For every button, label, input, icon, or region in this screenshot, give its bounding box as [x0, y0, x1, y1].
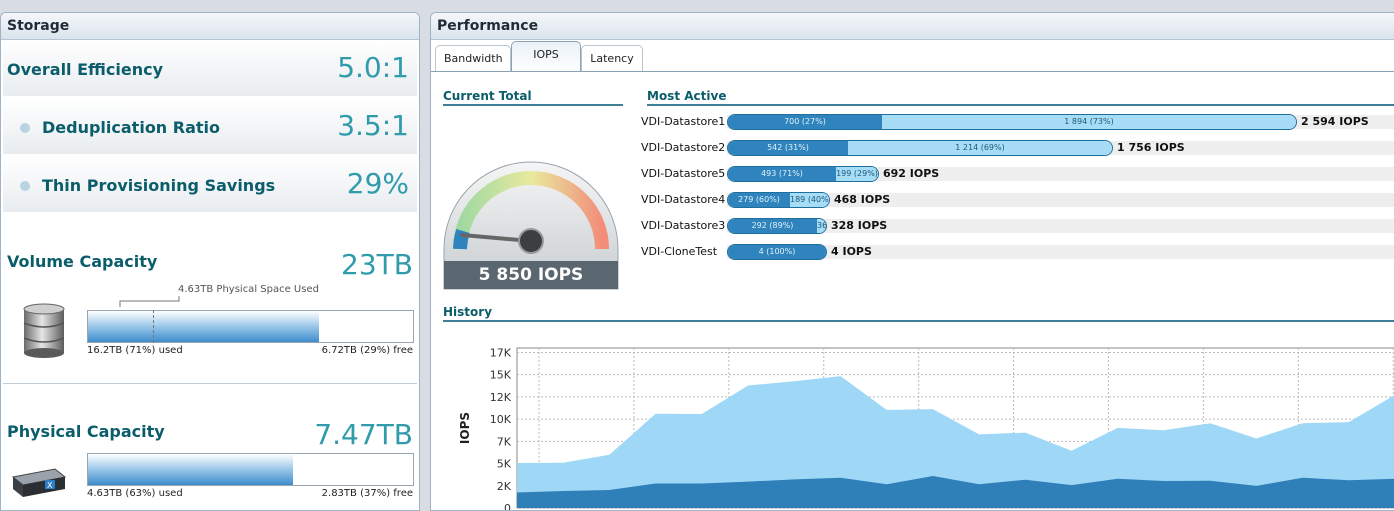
- thin-provisioning-row: Thin Provisioning Savings 29%: [3, 157, 417, 213]
- volume-used-fill: [88, 311, 319, 342]
- y-tick-label: 2K: [497, 480, 512, 493]
- physical-used-text: 4.63TB (63%) used: [87, 488, 183, 499]
- bullet-icon: [20, 181, 30, 191]
- tab-bandwidth[interactable]: Bandwidth: [435, 45, 511, 71]
- datastore-total: 4 IOPS: [831, 245, 872, 258]
- datastore-total: 468 IOPS: [834, 193, 891, 206]
- iops-segment-a: 279 (60%): [728, 193, 790, 207]
- datastore-name: VDI-Datastore1: [641, 115, 726, 128]
- y-tick-label: 12K: [490, 391, 512, 404]
- volume-capacity-label: Volume Capacity: [7, 252, 158, 271]
- iops-segment-b: 1 214 (69%): [848, 141, 1112, 155]
- iops-segment-a: 542 (31%): [728, 141, 848, 155]
- most-active-row[interactable]: VDI-Datastore2 542 (31%) 1 214 (69%) 1 756 …: [641, 139, 1394, 157]
- iops-segment-b: 1 894 (73%): [882, 115, 1296, 129]
- deduplication-value: 3.5:1: [337, 109, 409, 142]
- y-tick-label: 17K: [490, 346, 512, 359]
- iops-segment-b: 199 (29%): [836, 167, 878, 181]
- datastore-iops-bar: 292 (89%)36 (11%): [727, 218, 827, 234]
- y-tick-label: 7K: [497, 435, 512, 448]
- datastore-iops-bar: 493 (71%) 199 (29%): [727, 166, 879, 182]
- volume-used-text: 16.2TB (71%) used: [87, 345, 183, 356]
- y-tick-label: 10K: [490, 413, 512, 426]
- deduplication-label: Deduplication Ratio: [42, 118, 221, 137]
- datastore-total: 1 756 IOPS: [1117, 141, 1185, 154]
- most-active-row[interactable]: VDI-Datastore5 493 (71%) 199 (29%) 692 IOPS: [641, 165, 1394, 183]
- iops-segment-a: 700 (27%): [728, 115, 882, 129]
- volume-free-text: 6.72TB (29%) free: [321, 345, 413, 356]
- performance-panel: Performance Bandwidth IOPS Latency Curre…: [430, 12, 1394, 511]
- physical-note-bracket: [119, 296, 180, 307]
- y-tick-label: 0: [504, 502, 511, 511]
- physical-capacity-label: Physical Capacity: [7, 422, 165, 441]
- y-tick-label: 5K: [497, 458, 512, 471]
- physical-used-marker: [153, 310, 154, 343]
- datastore-total: 692 IOPS: [883, 167, 940, 180]
- datastore-name: VDI-Datastore3: [641, 219, 726, 232]
- datastore-name: VDI-CloneTest: [641, 245, 718, 258]
- overall-efficiency-value: 5.0:1: [337, 51, 409, 84]
- most-active-row[interactable]: VDI-CloneTest 4 (100%) 4 IOPS: [641, 243, 1394, 261]
- physical-space-note: 4.63TB Physical Space Used: [178, 284, 319, 295]
- physical-used-fill: [88, 454, 293, 485]
- datastore-iops-bar: 4 (100%): [727, 244, 827, 260]
- svg-text:X: X: [47, 481, 53, 490]
- deduplication-row: Deduplication Ratio 3.5:1: [3, 99, 417, 155]
- thin-provisioning-value: 29%: [346, 167, 409, 200]
- datastore-iops-bar: 700 (27%) 1 894 (73%): [727, 114, 1297, 130]
- storage-panel-title: Storage: [1, 13, 419, 40]
- history-chart: 02K5K7K10K12K15K17K15:3015:3515:4015:451…: [458, 346, 1394, 511]
- most-active-title: Most Active: [647, 89, 1394, 106]
- most-active-row[interactable]: VDI-Datastore4 279 (60%) 189 (40%) 468 IOPS: [641, 191, 1394, 209]
- current-total-value: 5 850 IOPS: [478, 265, 584, 285]
- physical-capacity-bar: [87, 453, 414, 486]
- current-total-title: Current Total: [443, 89, 623, 106]
- tab-iops[interactable]: IOPS: [511, 41, 581, 72]
- divider: [3, 383, 417, 384]
- iops-segment-a: 493 (71%): [728, 167, 836, 181]
- tab-baseline: [431, 71, 1394, 72]
- overall-efficiency-label: Overall Efficiency: [7, 60, 164, 79]
- physical-free-text: 2.83TB (37%) free: [321, 488, 413, 499]
- iops-segment-a: 4 (100%): [728, 245, 826, 259]
- thin-provisioning-label: Thin Provisioning Savings: [42, 176, 276, 195]
- most-active-row[interactable]: VDI-Datastore3292 (89%)36 (11%) 328 IOPS: [641, 217, 1394, 235]
- volume-capacity-bar: [87, 310, 414, 343]
- datastore-name: VDI-Datastore4: [641, 193, 726, 206]
- datastore-total: 328 IOPS: [831, 219, 888, 232]
- row-track: [727, 245, 1394, 259]
- storage-device-icon: X: [11, 468, 67, 497]
- performance-panel-title: Performance: [431, 13, 1394, 40]
- bullet-icon: [20, 123, 30, 133]
- volume-capacity-value: 23TB: [341, 248, 413, 281]
- tab-latency[interactable]: Latency: [581, 45, 643, 71]
- row-track: [727, 219, 1394, 233]
- iops-segment-a: 292 (89%): [728, 219, 817, 233]
- overall-efficiency-row: Overall Efficiency 5.0:1: [3, 41, 417, 97]
- datastore-name: VDI-Datastore2: [641, 141, 726, 154]
- dashboard: Storage Overall Efficiency 5.0:1 Dedupli…: [0, 0, 1394, 511]
- physical-capacity-value: 7.47TB: [314, 418, 413, 451]
- y-axis-label: IOPS: [458, 412, 472, 444]
- iops-segment-b: 189 (40%): [790, 193, 829, 207]
- y-tick-label: 15K: [490, 369, 512, 382]
- storage-panel: Storage Overall Efficiency 5.0:1 Dedupli…: [0, 12, 420, 511]
- iops-segment-b: 36 (11%): [817, 219, 826, 233]
- datastore-iops-bar: 279 (60%) 189 (40%): [727, 192, 830, 208]
- most-active-row[interactable]: VDI-Datastore1 700 (27%) 1 894 (73%) 2 594 …: [641, 113, 1394, 131]
- database-icon: [23, 303, 65, 358]
- datastore-name: VDI-Datastore5: [641, 167, 726, 180]
- history-title: History: [443, 305, 1394, 322]
- datastore-iops-bar: 542 (31%) 1 214 (69%): [727, 140, 1113, 156]
- datastore-total: 2 594 IOPS: [1301, 115, 1369, 128]
